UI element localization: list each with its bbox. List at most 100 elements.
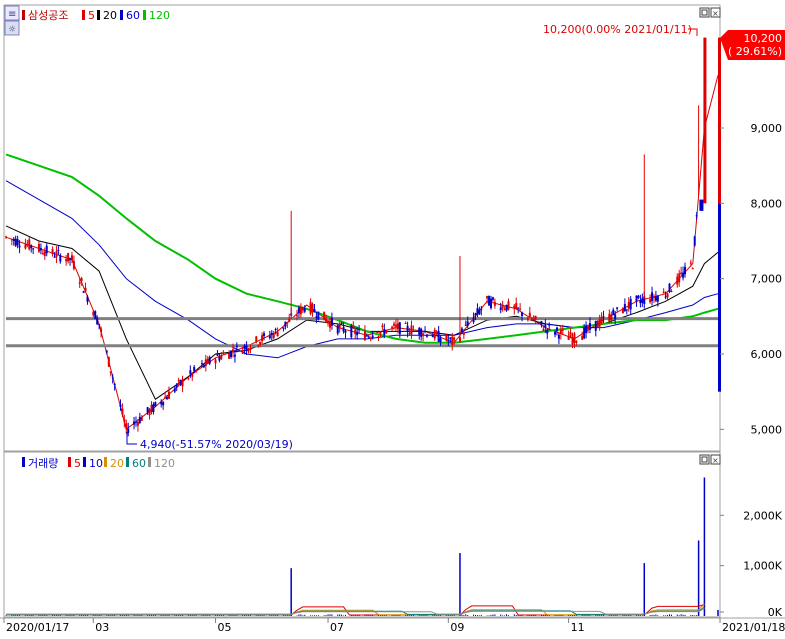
candle-body [462, 332, 465, 335]
candle-body [119, 404, 122, 407]
candle-body [662, 291, 665, 294]
candle-body [84, 287, 87, 292]
candle-body [554, 331, 557, 335]
current-change: ( 29.61%) [728, 45, 782, 58]
vma10-marker [83, 457, 86, 467]
candle-body [381, 325, 384, 328]
candle-body [451, 336, 454, 345]
candle-body [272, 333, 275, 339]
candle-body [490, 298, 493, 309]
candle-body [111, 377, 114, 379]
panel-menu-glyph: ≡ [8, 9, 16, 20]
price-tick-label: 9,000 [751, 122, 783, 135]
ma5-label: 5 [88, 9, 95, 22]
vma20-label: 20 [110, 457, 124, 470]
candle-body [519, 308, 522, 310]
candle-body [344, 330, 347, 333]
candle-body [121, 408, 124, 415]
candle-body [164, 397, 167, 399]
candle-body [437, 330, 440, 342]
candle-body [67, 253, 70, 262]
candle-body [261, 335, 264, 342]
candle-body [311, 303, 314, 313]
candle-body [614, 314, 617, 320]
candle-body [243, 345, 246, 349]
maximize-button[interactable] [699, 7, 710, 18]
current-price-tag: 10,200 ( 29.61%) [720, 30, 785, 60]
candle-body [664, 296, 667, 298]
candle-body [616, 307, 619, 309]
price-axis: 9,000 8,000 7,000 6,000 5,000 [720, 122, 782, 436]
candle-body [486, 296, 489, 299]
volume-maximize-button[interactable] [699, 454, 710, 465]
candle-body [369, 338, 372, 340]
candle-body [678, 273, 681, 283]
candle-body [43, 251, 46, 256]
candle-body [356, 331, 359, 336]
candle-body [259, 341, 262, 345]
candle-body [41, 253, 44, 255]
candle-body [408, 332, 411, 335]
candle-body [439, 338, 442, 343]
vma60-marker [126, 457, 129, 467]
candle-body [501, 304, 504, 309]
candle-body [166, 397, 169, 400]
candle-body [581, 335, 584, 340]
candle-body [181, 379, 184, 387]
candle-body [627, 302, 630, 309]
candle-body [385, 330, 388, 334]
candle-body [53, 256, 56, 258]
candle-body [573, 333, 576, 343]
candle-body [585, 325, 588, 334]
ma60-label: 60 [126, 9, 140, 22]
candle-body [228, 352, 231, 359]
candle-body [100, 328, 103, 332]
candle-body [270, 332, 273, 336]
candle-body [433, 329, 436, 339]
candle-body [82, 291, 85, 293]
candle-body [507, 301, 510, 310]
candle-body [257, 345, 260, 347]
candle-body [559, 329, 562, 334]
ma60-marker [120, 10, 123, 20]
candle-body [268, 335, 271, 339]
candle-body [639, 300, 642, 304]
price-tick-label: 8,000 [751, 197, 783, 210]
high-annotation-text: 10,200(0.00% 2021/01/11) [543, 23, 692, 36]
candle-body [301, 306, 304, 311]
candle-body [220, 355, 223, 359]
price-panel [3, 4, 721, 452]
candle-body [398, 322, 401, 335]
candle-body [649, 299, 652, 303]
candle-body [383, 329, 386, 335]
candle-body [460, 328, 463, 333]
candle-body [179, 380, 182, 385]
candle-body [39, 247, 42, 251]
candle-body [45, 245, 48, 254]
candle-body [629, 299, 632, 310]
candle-body [193, 366, 196, 372]
candle-body [670, 291, 673, 293]
candle-body [30, 245, 33, 248]
date-tick-label: 09 [450, 621, 464, 634]
candle-body [235, 345, 238, 347]
candle-body [297, 307, 300, 314]
current-range-down [718, 203, 721, 392]
candle-body [491, 297, 494, 300]
current-range-up [718, 37, 721, 204]
vma20-marker [104, 457, 107, 467]
volume-axis: 2,000K 1,000K 0K [720, 509, 783, 619]
volume-tick-label: 2,000K [743, 509, 782, 522]
candle-body [109, 371, 112, 373]
candle-body [16, 239, 19, 246]
candle-body [458, 337, 461, 342]
limit-up-candle [703, 37, 707, 204]
candle-body [555, 327, 558, 331]
candle-body [526, 318, 529, 320]
candle-body [57, 250, 60, 252]
candle-body [488, 296, 491, 306]
candle-body [189, 370, 192, 374]
candle-body [136, 421, 139, 426]
candle-body [561, 329, 564, 331]
ma5-marker [82, 10, 85, 20]
